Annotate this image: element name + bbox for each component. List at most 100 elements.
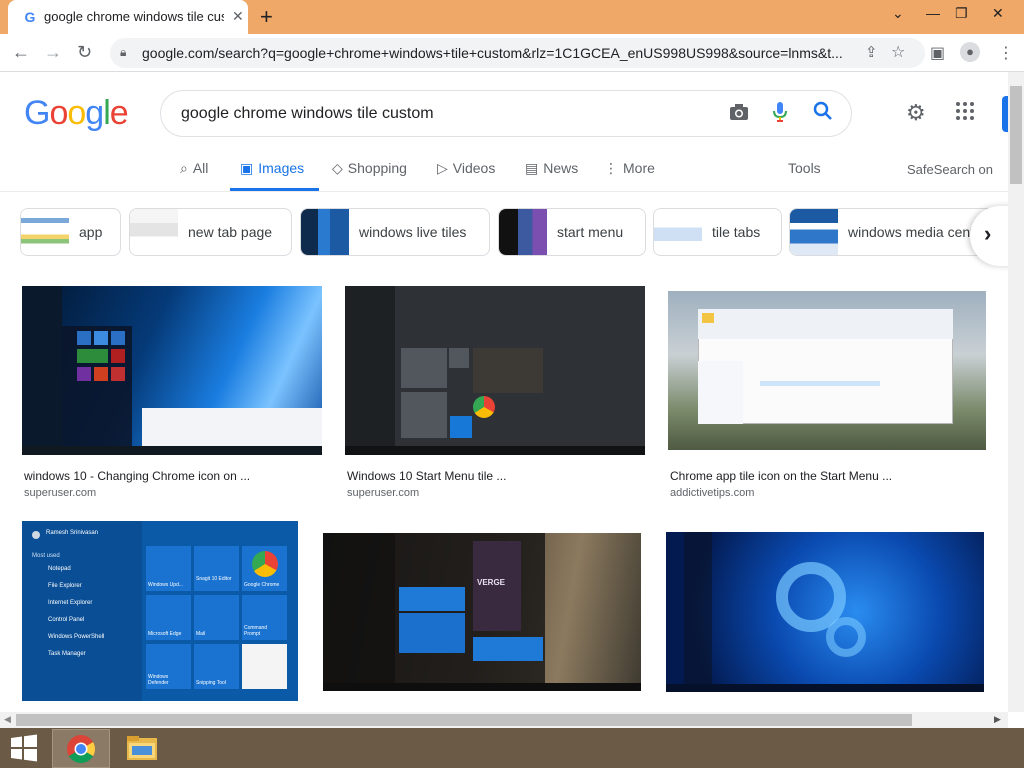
result-title-1[interactable]: windows 10 - Changing Chrome icon on ...: [24, 469, 250, 483]
result-image-6[interactable]: [666, 532, 984, 692]
tile: [111, 331, 125, 345]
verge-tile-label: VERGE: [477, 578, 506, 587]
gear-icon: [826, 617, 866, 657]
google-favicon-icon: G: [24, 9, 36, 25]
result-title-2[interactable]: Windows 10 Start Menu tile ...: [347, 469, 506, 483]
selected-row: [760, 381, 880, 386]
menu-item: Notepad: [48, 566, 71, 572]
chip-start-menu[interactable]: start menu: [498, 208, 646, 256]
close-window-button[interactable]: ✕: [992, 5, 1004, 22]
chip-tile-tabs[interactable]: tile tabs: [653, 208, 782, 256]
result-image-1[interactable]: [22, 286, 322, 455]
chip-thumbnail: [654, 209, 702, 255]
url-text[interactable]: google.com/search?q=google+chrome+window…: [142, 45, 862, 61]
chip-thumbnail: [790, 209, 838, 255]
tile: [473, 637, 543, 661]
chrome-tile-icon: [252, 551, 278, 577]
tile: [399, 613, 465, 653]
result-image-3[interactable]: [668, 291, 986, 450]
horizontal-scroll-thumb[interactable]: [16, 714, 912, 726]
result-source-2[interactable]: superuser.com: [347, 487, 419, 499]
search-input[interactable]: google chrome windows tile custom: [181, 105, 434, 123]
chrome-icon: [67, 735, 95, 763]
result-title-3[interactable]: Chrome app tile icon on the Start Menu .…: [670, 469, 892, 483]
taskbar-thumbnail: [345, 446, 645, 455]
taskbar-thumbnail: [323, 683, 641, 691]
scroll-left-arrow-icon[interactable]: ◀: [4, 714, 11, 725]
tile: Snipping Tool: [194, 644, 239, 689]
restore-button[interactable]: ❐: [955, 5, 968, 22]
chrome-taskbar-button[interactable]: [52, 729, 110, 768]
tile: Google Chrome: [242, 546, 287, 591]
tab-all[interactable]: ⌕ All: [180, 160, 208, 177]
camera-icon[interactable]: [729, 103, 749, 126]
start-menu-panel: [22, 286, 62, 455]
gear-icon[interactable]: ⚙: [906, 100, 926, 126]
chip-thumbnail: [130, 209, 178, 255]
tab-search-icon[interactable]: ⌄: [892, 5, 904, 22]
google-logo[interactable]: Google: [24, 94, 129, 133]
taskbar-thumbnail: [22, 446, 322, 455]
most-used-label: Most used: [32, 553, 60, 559]
browser-tab[interactable]: G google chrome windows tile custom ✕: [8, 0, 248, 34]
side-panel-icon[interactable]: ▣: [930, 43, 945, 63]
result-image-4[interactable]: Ramesh Srinivasan Most used Notepad File…: [22, 521, 298, 701]
microphone-icon[interactable]: [773, 101, 787, 128]
tile: [111, 367, 125, 381]
safesearch-button[interactable]: SafeSearch on: [907, 162, 993, 177]
browser-toolbar: ← → ↻ 🔒︎ google.com/search?q=google+chro…: [0, 34, 1024, 72]
tab-images[interactable]: ▣ Images: [240, 160, 304, 177]
menu-item: Control Panel: [48, 617, 85, 623]
tab-news[interactable]: ▤ News: [525, 160, 578, 177]
result-image-5[interactable]: VERGE: [323, 533, 641, 691]
file-explorer-taskbar-button[interactable]: [126, 734, 158, 762]
tile: [401, 348, 447, 388]
chip-new-tab-page[interactable]: new tab page: [129, 208, 292, 256]
divider: [0, 191, 1008, 192]
share-icon[interactable]: ⇪: [865, 43, 878, 61]
result-source-1[interactable]: superuser.com: [24, 487, 96, 499]
dots-vertical-icon: ⋮: [604, 160, 618, 176]
chip-app[interactable]: app: [20, 208, 121, 256]
tile: [94, 367, 108, 381]
tile: Snagit 10 Editor: [194, 546, 239, 591]
folder-icon: [127, 736, 157, 760]
tools-button[interactable]: Tools: [788, 160, 821, 176]
reload-button[interactable]: ↻: [77, 42, 92, 63]
taskbar-thumbnail: [666, 684, 984, 692]
vertical-scroll-thumb[interactable]: [1010, 86, 1022, 184]
user-name: Ramesh Srinivasan: [46, 530, 99, 536]
search-box[interactable]: google chrome windows tile custom: [160, 90, 852, 137]
forward-button[interactable]: →: [44, 42, 62, 63]
scroll-right-arrow-icon[interactable]: ▶: [994, 714, 1001, 725]
lock-icon[interactable]: 🔒︎: [120, 45, 126, 60]
result-image-2[interactable]: [345, 286, 645, 455]
tile: Windows Defender: [146, 644, 191, 689]
minimize-button[interactable]: —: [926, 5, 940, 21]
apps-grid-icon[interactable]: [956, 100, 974, 126]
tab-shopping[interactable]: ◇ Shopping: [332, 160, 407, 177]
tile: Command Prompt: [242, 595, 287, 640]
tab-title: google chrome windows tile custom: [44, 9, 224, 24]
tab-videos[interactable]: ▷ Videos: [437, 160, 495, 177]
new-tab-button[interactable]: +: [260, 4, 273, 30]
folder-icon: [702, 313, 714, 323]
chip-windows-live-tiles[interactable]: windows live tiles: [300, 208, 490, 256]
start-menu-list: [684, 532, 712, 692]
tile: [399, 587, 465, 611]
tile: [111, 349, 125, 363]
tab-more[interactable]: ⋮ More: [604, 160, 655, 177]
chrome-menu-icon[interactable]: ⋮: [998, 43, 1014, 63]
close-tab-icon[interactable]: ✕: [232, 8, 244, 25]
windows-start-icon[interactable]: [10, 734, 38, 762]
back-button[interactable]: ←: [12, 42, 30, 63]
play-icon: ▷: [437, 160, 448, 176]
result-source-3[interactable]: addictivetips.com: [670, 487, 754, 499]
search-icon: ⌕: [180, 160, 188, 176]
address-bar[interactable]: 🔒︎ google.com/search?q=google+chrome+win…: [110, 38, 925, 68]
start-menu-panel: [345, 286, 395, 455]
explorer-nav-pane: [698, 361, 743, 424]
bookmark-star-icon[interactable]: ☆: [891, 42, 905, 62]
search-icon[interactable]: [813, 101, 833, 127]
profile-avatar[interactable]: ●: [960, 42, 980, 62]
